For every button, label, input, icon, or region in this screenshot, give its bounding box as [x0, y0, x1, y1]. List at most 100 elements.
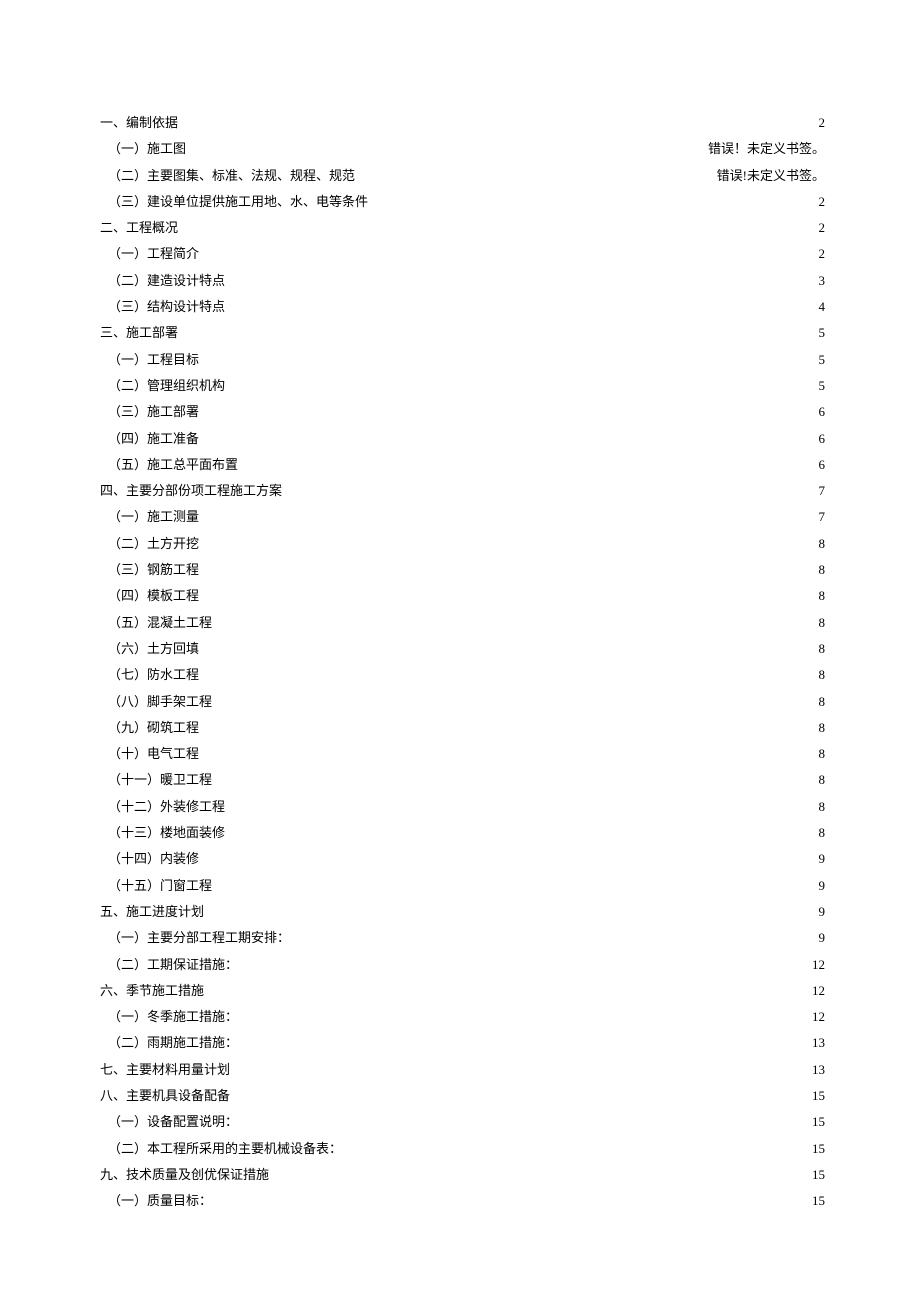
toc-leader-dots — [240, 456, 816, 469]
toc-label: （四）模板工程 — [108, 583, 199, 609]
toc-page-number: 9 — [819, 925, 826, 951]
toc-label: 三、施工部署 — [100, 320, 178, 346]
toc-entry: （十）电气工程 8 — [100, 741, 825, 767]
toc-entry: （一）冬季施工措施：12 — [100, 1004, 825, 1030]
toc-entry: 五、施工进度计划9 — [100, 899, 825, 925]
toc-entry: （一）质量目标： 15 — [100, 1188, 825, 1214]
toc-entry: （二）本工程所采用的主要机械设备表：15 — [100, 1136, 825, 1162]
toc-entry: （一）主要分部工程工期安排：9 — [100, 925, 825, 951]
toc-entry: 四、主要分部份项工程施工方案7 — [100, 478, 825, 504]
toc-page-number: 9 — [819, 873, 826, 899]
toc-leader-dots — [201, 403, 816, 416]
toc-page-number: 2 — [819, 189, 826, 215]
toc-leader-dots — [206, 982, 810, 995]
toc-entry: （一）工程目标5 — [100, 347, 825, 373]
toc-page-number: 2 — [819, 241, 826, 267]
toc-page-number: 2 — [819, 110, 826, 136]
toc-entry: （五）施工总平面布置6 — [100, 452, 825, 478]
toc-page-number: 7 — [819, 504, 826, 530]
toc-entry: （十二）外装修工程8 — [100, 794, 825, 820]
toc-page-number: 8 — [819, 557, 826, 583]
toc-label: （二）建造设计特点 — [108, 268, 225, 294]
toc-leader-dots — [180, 114, 816, 127]
toc-leader-dots — [284, 482, 816, 495]
toc-page-number: 15 — [812, 1188, 825, 1214]
toc-entry: （十三）楼地面装修8 — [100, 820, 825, 846]
toc-leader-dots — [180, 219, 816, 232]
toc-entry: （四）施工准备6 — [100, 426, 825, 452]
toc-page-number: 3 — [819, 268, 826, 294]
toc-entry: （二）雨期施工措施： 13 — [100, 1030, 825, 1056]
toc-entry: （三）钢筋工程 8 — [100, 557, 825, 583]
toc-page-number: 8 — [819, 741, 826, 767]
toc-entry: 三、施工部署5 — [100, 320, 825, 346]
toc-entry: （十一）暖卫工程8 — [100, 767, 825, 793]
toc-label: （二）土方开挖 — [108, 531, 199, 557]
toc-leader-dots — [232, 1087, 810, 1100]
toc-label: （十四）内装修 — [108, 846, 199, 872]
toc-leader-dots — [227, 298, 816, 311]
toc-leader-dots — [227, 272, 816, 285]
toc-label: 九、技术质量及创优保证措施 — [100, 1162, 269, 1188]
toc-entry: （五）混凝土工程 8 — [100, 610, 825, 636]
toc-label: 二、工程概况 — [100, 215, 178, 241]
toc-label: （二）雨期施工措施： — [108, 1030, 238, 1056]
toc-page-number: 8 — [819, 610, 826, 636]
toc-leader-dots — [232, 1061, 810, 1074]
toc-page-number: 2 — [819, 215, 826, 241]
toc-label: 五、施工进度计划 — [100, 899, 204, 925]
toc-leader-dots — [201, 587, 816, 600]
toc-leader-dots — [240, 1113, 810, 1126]
toc-leader-dots — [201, 430, 816, 443]
toc-leader-dots — [214, 614, 816, 627]
toc-entry: （一）施工图 错误！未定义书签。 — [100, 136, 825, 162]
toc-leader-dots — [201, 719, 816, 732]
toc-leader-dots — [201, 745, 816, 758]
toc-label: （三）建设单位提供施工用地、水、电等条件 — [108, 189, 368, 215]
toc-leader-dots — [240, 1034, 810, 1047]
toc-leader-dots — [271, 1166, 810, 1179]
toc-leader-dots — [227, 798, 816, 811]
toc-label: （一）质量目标： — [108, 1188, 212, 1214]
toc-page-number: 12 — [812, 1004, 825, 1030]
toc-leader-dots — [370, 193, 816, 206]
toc-page-number: 8 — [819, 662, 826, 688]
toc-leader-dots — [227, 377, 816, 390]
toc-entry: （一）设备配置说明：15 — [100, 1109, 825, 1135]
toc-leader-dots — [214, 877, 816, 890]
toc-entry: （四）模板工程8 — [100, 583, 825, 609]
toc-label: 一、编制依据 — [100, 110, 178, 136]
toc-page-number: 8 — [819, 794, 826, 820]
toc-page-number: 12 — [812, 978, 825, 1004]
toc-label: （十）电气工程 — [108, 741, 199, 767]
toc-leader-dots — [357, 167, 715, 180]
toc-page-number: 6 — [819, 426, 826, 452]
toc-page-number: 8 — [819, 531, 826, 557]
toc-page-number: 15 — [812, 1136, 825, 1162]
toc-page-number: 12 — [812, 952, 825, 978]
toc-leader-dots — [201, 351, 816, 364]
toc-page-number: 13 — [812, 1057, 825, 1083]
toc-label: （七）防水工程 — [108, 662, 199, 688]
toc-entry: （一）工程简介2 — [100, 241, 825, 267]
toc-label: （五）混凝土工程 — [108, 610, 212, 636]
toc-label: 八、主要机具设备配备 — [100, 1083, 230, 1109]
toc-entry: （二）工期保证措施：12 — [100, 952, 825, 978]
toc-label: （三）钢筋工程 — [108, 557, 199, 583]
toc-entry: （六）土方回填8 — [100, 636, 825, 662]
toc-label: （三）施工部署 — [108, 399, 199, 425]
toc-page-number: 8 — [819, 636, 826, 662]
toc-page-number: 8 — [819, 689, 826, 715]
toc-label: （三）结构设计特点 — [108, 294, 225, 320]
toc-leader-dots — [240, 1008, 810, 1021]
toc-entry: （三）施工部署6 — [100, 399, 825, 425]
toc-page-number: 13 — [812, 1030, 825, 1056]
toc-entry: 七、主要材料用量计划13 — [100, 1057, 825, 1083]
toc-entry: （二）管理组织机构5 — [100, 373, 825, 399]
toc-entry: （三）结构设计特点4 — [100, 294, 825, 320]
toc-page-number: 15 — [812, 1162, 825, 1188]
toc-page-number: 15 — [812, 1083, 825, 1109]
toc-leader-dots — [214, 693, 816, 706]
toc-label: （二）管理组织机构 — [108, 373, 225, 399]
toc-leader-dots — [201, 535, 816, 548]
